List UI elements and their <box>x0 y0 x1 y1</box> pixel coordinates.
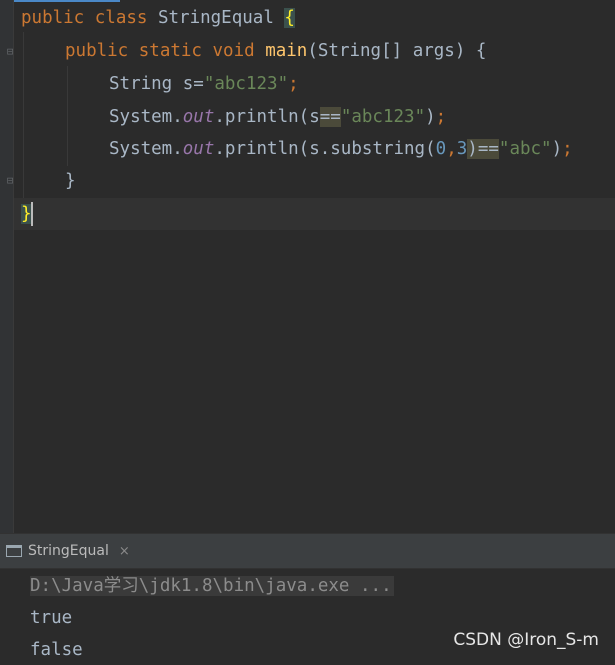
number-literal: 0 <box>435 139 447 159</box>
run-tab-label: StringEqual <box>28 543 109 559</box>
current-line-highlight <box>14 198 615 230</box>
code-text: .println(s <box>214 107 320 127</box>
console-command-line[interactable]: D:\Java学习\jdk1.8\bin\java.exe ... <box>30 571 394 601</box>
code-text: .println(s.substring( <box>214 139 436 159</box>
code-line-5: System.out.println(s.substring(0,3)=="ab… <box>109 133 573 165</box>
equality-operator: == <box>477 139 499 159</box>
keyword: public static void <box>65 41 266 61</box>
code-line-7: } <box>21 198 32 230</box>
code-line-3: String s="abc123"; <box>109 68 299 100</box>
indent-guide <box>67 66 68 166</box>
code-line-6: } <box>65 165 76 197</box>
code-text: ) <box>467 139 478 159</box>
semicolon: ; <box>288 74 299 94</box>
code-text: (String[] args) { <box>307 41 487 61</box>
code-editor[interactable]: ⊟ ⊟ public class StringEqual { public st… <box>0 0 615 533</box>
run-tab-bar: StringEqual × <box>0 534 615 569</box>
equality-operator: == <box>319 107 341 127</box>
code-text: ) <box>551 139 563 159</box>
string-literal: "abc123" <box>340 107 426 127</box>
class-name: StringEqual <box>157 8 285 28</box>
method-name: main <box>265 41 308 61</box>
text-caret <box>31 202 33 226</box>
comma: , <box>446 139 457 159</box>
keyword: public class <box>21 8 158 28</box>
semicolon: ; <box>435 107 447 127</box>
semicolon: ; <box>562 139 573 159</box>
editor-gutter <box>0 0 14 533</box>
closing-brace: } <box>65 171 76 191</box>
fold-icon[interactable]: ⊟ <box>4 175 16 187</box>
indent-guide <box>23 32 24 198</box>
code-text: String s= <box>109 74 204 94</box>
static-field: out <box>182 107 215 127</box>
number-literal: 3 <box>456 139 468 159</box>
code-line-1: public class StringEqual { <box>21 2 295 34</box>
static-field: out <box>182 139 215 159</box>
console-output: false <box>30 640 83 660</box>
console-icon <box>6 545 22 557</box>
code-text: System. <box>109 139 183 159</box>
console-output-line: false <box>30 635 83 665</box>
closing-brace: } <box>21 204 32 224</box>
fold-icon[interactable]: ⊟ <box>4 46 16 58</box>
string-literal: "abc123" <box>203 74 289 94</box>
code-line-4: System.out.println(s=="abc123"); <box>109 101 446 133</box>
console-output: true <box>30 608 73 628</box>
code-line-2: public static void main(String[] args) { <box>65 35 486 67</box>
console-output-line: true <box>30 603 72 633</box>
brace: { <box>284 8 295 28</box>
watermark: CSDN @Iron_S-m <box>453 630 599 650</box>
string-literal: "abc" <box>498 139 552 159</box>
console-gutter <box>0 569 14 663</box>
run-tab-stringequal[interactable]: StringEqual × <box>0 534 144 568</box>
code-text: ) <box>425 107 436 127</box>
close-icon[interactable]: × <box>119 544 130 559</box>
code-text: System. <box>109 107 183 127</box>
console-command[interactable]: D:\Java学习\jdk1.8\bin\java.exe ... <box>30 576 394 596</box>
